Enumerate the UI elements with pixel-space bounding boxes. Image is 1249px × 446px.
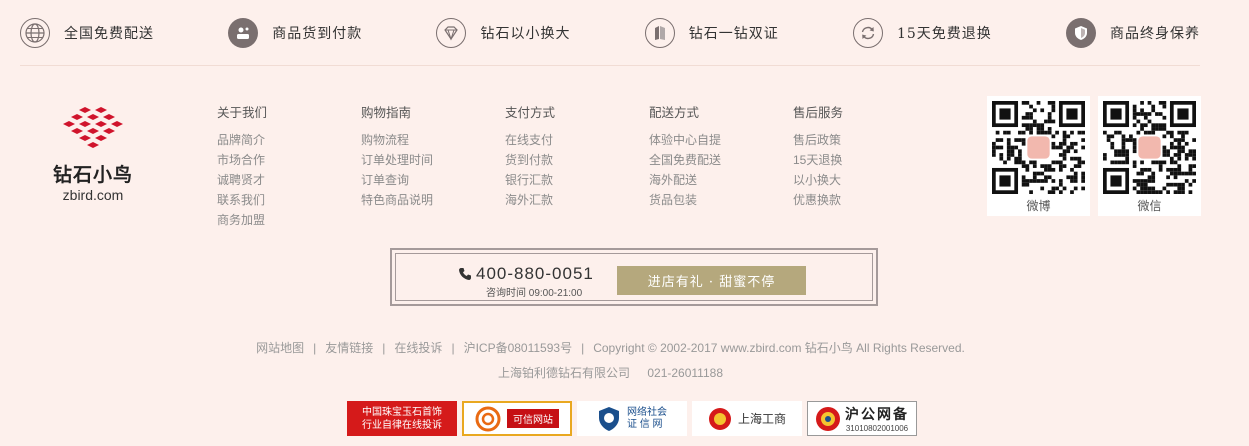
jewelry-self-discipline-badge[interactable]: 中国珠宝玉石首饰 行业自律在线投诉: [347, 401, 457, 436]
cash-on-delivery-icon: [228, 18, 259, 48]
footer-link[interactable]: 在线支付: [505, 130, 649, 150]
footer-link[interactable]: 优惠换款: [793, 190, 937, 210]
trusted-seal-icon: [475, 406, 501, 431]
qr-weibo[interactable]: 微博: [987, 96, 1090, 216]
qr-label: 微博: [1026, 199, 1051, 213]
qr-code-icon: [1103, 101, 1196, 194]
certificate-book-icon: [644, 18, 675, 48]
hotline-box: 400-880-0051 咨询时间 09:00-21:00 进店有礼 · 甜蜜不…: [390, 248, 878, 306]
footer-link[interactable]: 联系我们: [217, 190, 361, 210]
qr-wechat[interactable]: 微信: [1098, 96, 1201, 216]
refresh-icon: [852, 18, 883, 48]
hotline-phone: 400-880-0051: [458, 264, 594, 284]
feature-lifetime-care: 商品终身保养: [1066, 18, 1200, 48]
feature-label: 15天免费退换: [896, 26, 992, 42]
feature-double-certificate: 钻石一钻双证: [644, 18, 779, 48]
feature-label: 钻石以小换大: [480, 26, 571, 42]
emblem-icon: [708, 407, 731, 430]
feature-cash-on-delivery: 商品货到付款: [228, 18, 362, 48]
divider: [20, 65, 1200, 66]
sitemap-link[interactable]: 网站地图: [256, 341, 304, 355]
brand-logo[interactable]: 钻石小鸟 zbird.com: [48, 106, 138, 203]
service-hours: 咨询时间 09:00-21:00: [486, 288, 583, 299]
diamond-icon: [436, 18, 467, 48]
footer-link[interactable]: 体验中心自提: [649, 130, 793, 150]
column-about-us: 关于我们 品牌简介 市场合作 诚聘贤才 联系我们 商务加盟: [217, 102, 361, 230]
column-title: 支付方式: [505, 106, 556, 120]
friend-links-link[interactable]: 友情链接: [325, 341, 373, 355]
column-title: 购物指南: [361, 106, 412, 120]
footer-link[interactable]: 特色商品说明: [361, 190, 505, 210]
copyright-text: Copyright © 2002-2017 www.zbird.com 钻石小鸟…: [593, 341, 965, 355]
footer-link-columns: 关于我们 品牌简介 市场合作 诚聘贤才 联系我们 商务加盟 购物指南 购物流程 …: [217, 102, 937, 230]
footer-link[interactable]: 购物流程: [361, 130, 505, 150]
brand-domain: zbird.com: [62, 187, 124, 203]
footer-link[interactable]: 银行汇款: [505, 170, 649, 190]
shanghai-commerce-badge[interactable]: 上海工商: [692, 401, 802, 436]
footer-link[interactable]: 市场合作: [217, 150, 361, 170]
certification-badges: 中国珠宝玉石首饰 行业自律在线投诉 可信网站 网络社会证 信 网 上海工商 沪公…: [347, 401, 917, 436]
qr-label: 微信: [1137, 199, 1162, 213]
qr-code-icon: [992, 101, 1085, 194]
feature-label: 钻石一钻双证: [688, 26, 779, 42]
feature-label: 全国免费配送: [64, 26, 154, 42]
brand-name-cn: 钻石小鸟: [52, 164, 133, 186]
brand-mark-icon: [63, 107, 123, 148]
company-name: 上海铂利德钻石有限公司: [498, 366, 631, 380]
footer-link[interactable]: 订单处理时间: [361, 150, 505, 170]
footer-link[interactable]: 商务加盟: [217, 210, 361, 230]
trusted-website-badge[interactable]: 可信网站: [462, 401, 572, 436]
feature-free-shipping: 全国免费配送: [20, 18, 154, 48]
feature-strip: 全国免费配送 商品货到付款 钻石以小换大 钻石一钻双证 15天免费退换 商品终身…: [20, 14, 1200, 52]
company-tel: 021-26011188: [647, 366, 723, 380]
online-complaint-link[interactable]: 在线投诉: [394, 341, 442, 355]
feature-trade-up: 钻石以小换大: [436, 18, 570, 48]
footer-links-row: 网站地图 | 友情链接 | 在线投诉 | 沪ICP备08011593号 | Copyright …: [256, 341, 965, 355]
police-badge-icon: [816, 406, 840, 431]
globe-icon: [20, 18, 50, 48]
footer-link[interactable]: 诚聘贤才: [217, 170, 361, 190]
column-title: 配送方式: [649, 106, 700, 120]
footer-link[interactable]: 海外汇款: [505, 190, 649, 210]
feature-label: 商品货到付款: [272, 26, 363, 42]
column-after-sales: 售后服务 售后政策 15天退换 以小换大 优惠换款: [793, 102, 937, 230]
footer-link[interactable]: 货品包装: [649, 190, 793, 210]
column-shopping-guide: 购物指南 购物流程 订单处理时间 订单查询 特色商品说明: [361, 102, 505, 230]
column-delivery: 配送方式 体验中心自提 全国免费配送 海外配送 货品包装: [649, 102, 793, 230]
footer-link[interactable]: 全国免费配送: [649, 150, 793, 170]
column-title: 关于我们: [217, 106, 268, 120]
public-security-record-badge[interactable]: 沪公网备 31010802001006: [807, 401, 917, 436]
footer-link[interactable]: 售后政策: [793, 130, 937, 150]
column-payment: 支付方式 在线支付 货到付款 银行汇款 海外汇款: [505, 102, 649, 230]
feature-label: 商品终身保养: [1110, 26, 1200, 42]
icp-link[interactable]: 沪ICP备08011593号: [464, 341, 573, 355]
footer-link[interactable]: 货到付款: [505, 150, 649, 170]
footer-link[interactable]: 以小换大: [793, 170, 937, 190]
shield-icon: [1066, 18, 1096, 48]
phone-number: 400-880-0051: [476, 264, 594, 283]
store-promo-button[interactable]: 进店有礼 · 甜蜜不停: [617, 266, 806, 295]
footer-link[interactable]: 海外配送: [649, 170, 793, 190]
police-shield-icon: [599, 406, 619, 431]
column-title: 售后服务: [793, 106, 844, 120]
footer-link[interactable]: 订单查询: [361, 170, 505, 190]
footer-link[interactable]: 15天退换: [793, 150, 937, 170]
phone-icon: [459, 268, 471, 280]
feature-15-day-return: 15天免费退换: [852, 18, 992, 48]
network-credit-badge[interactable]: 网络社会证 信 网: [577, 401, 687, 436]
company-info-row: 上海铂利德钻石有限公司 021-26011188: [0, 364, 1221, 381]
footer-link[interactable]: 品牌简介: [217, 130, 361, 150]
